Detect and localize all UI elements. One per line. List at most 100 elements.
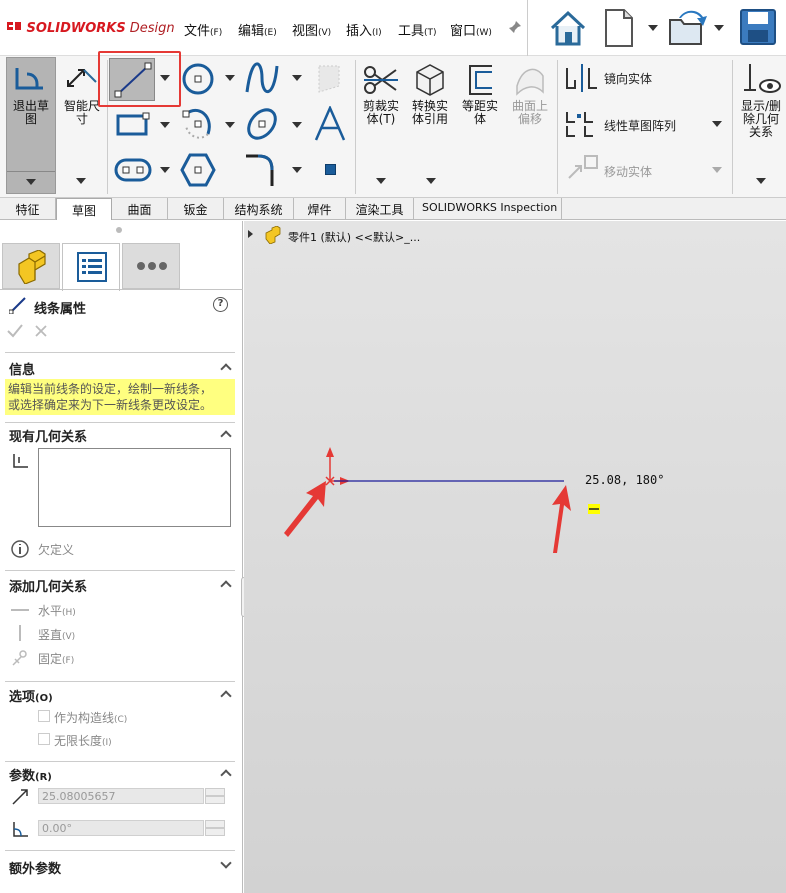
vertical-relation[interactable]: 竖直(V) [9, 625, 209, 643]
convert-dropdown-icon[interactable] [426, 178, 436, 184]
panel-title: 线条属性 [34, 302, 87, 317]
fillet-tool-icon[interactable] [244, 152, 280, 191]
linear-pattern-dropdown-icon[interactable] [712, 121, 722, 127]
tab-property-manager[interactable] [62, 243, 120, 291]
exit-sketch-dropdown-icon[interactable] [26, 179, 36, 185]
infinite-length-checkbox[interactable] [38, 733, 50, 745]
infinite-length-checkbox-row[interactable]: 无限长度(I) [38, 731, 218, 749]
show-delete-dropdown-icon[interactable] [756, 178, 766, 184]
graphics-area[interactable]: 零件1 (默认) <<默认>_... 25.08, 180° [244, 221, 786, 893]
text-tool-icon[interactable] [312, 104, 348, 145]
move-entities-button[interactable]: 移动实体 [563, 154, 733, 184]
menu-edit-key: (E) [264, 28, 277, 38]
mirror-entities-button[interactable]: 镜向实体 [563, 64, 723, 92]
menu-insert[interactable]: 插入(I) [346, 20, 382, 39]
move-entities-label: 移动实体 [604, 165, 653, 179]
spline-dropdown-icon[interactable] [292, 75, 302, 81]
open-folder-icon[interactable] [667, 8, 707, 51]
convert-entities-icon [413, 62, 447, 101]
save-icon[interactable] [739, 8, 777, 49]
rectangle-tool-icon[interactable] [113, 110, 151, 141]
existing-rel-collapse-icon[interactable] [220, 430, 232, 442]
slot-dropdown-icon[interactable] [160, 167, 170, 173]
arc-tool-icon[interactable] [180, 106, 216, 145]
params-collapse-icon[interactable] [220, 769, 232, 781]
fillet-dropdown-icon[interactable] [292, 167, 302, 173]
panel-grip-icon[interactable] [116, 227, 122, 233]
show-delete-relations-button[interactable]: 显示/删 除几何 关系 [736, 60, 786, 190]
offset-on-surface-button[interactable]: 曲面上 偏移 [507, 60, 553, 140]
line-icon [114, 62, 152, 101]
tab-surfaces-label: 曲面 [127, 203, 152, 217]
options-collapse-icon[interactable] [220, 690, 232, 702]
spline-tool-icon[interactable] [244, 60, 280, 101]
menu-window[interactable]: 窗口(W) [450, 20, 492, 39]
open-dropdown-icon[interactable] [714, 25, 724, 31]
menu-edit[interactable]: 编辑(E) [238, 20, 277, 39]
new-dropdown-icon[interactable] [648, 25, 658, 31]
construction-checkbox[interactable] [38, 710, 50, 722]
existing-relations-list[interactable] [38, 448, 231, 527]
show-delete-label-3: 关系 [748, 125, 773, 139]
length-spin-down[interactable] [205, 796, 225, 804]
rectangle-dropdown-icon[interactable] [160, 122, 170, 128]
slot-tool-icon[interactable] [113, 156, 153, 187]
surface-offset-label-2: 偏移 [517, 112, 542, 126]
ok-check-icon[interactable] [7, 324, 23, 341]
more-dots-icon [136, 260, 168, 274]
linear-pattern-button[interactable]: 线性草图阵列 [563, 108, 733, 140]
circle-dropdown-icon[interactable] [225, 75, 235, 81]
help-icon[interactable]: ? [213, 297, 228, 312]
arc-dropdown-icon[interactable] [225, 122, 235, 128]
pin-icon[interactable] [508, 20, 522, 37]
sketch-canvas[interactable] [244, 221, 786, 893]
extra-params-divider [5, 850, 235, 851]
new-document-icon[interactable] [604, 8, 634, 51]
horizontal-key: (H) [62, 608, 76, 618]
tab-feature-manager[interactable] [2, 243, 60, 289]
existing-rel-divider [5, 422, 235, 423]
move-dropdown-icon[interactable] [712, 167, 722, 173]
angle-input[interactable]: 0.00° [38, 820, 204, 836]
tab-sketch[interactable]: 草图 [56, 198, 112, 220]
line-properties-icon [8, 296, 27, 317]
trim-dropdown-icon[interactable] [376, 178, 386, 184]
smart-dimension-dropdown-icon[interactable] [76, 178, 86, 184]
home-icon[interactable] [548, 8, 588, 51]
tab-features[interactable]: 特征 [0, 198, 56, 219]
menu-file[interactable]: 文件(F) [184, 20, 222, 39]
polygon-tool-icon[interactable] [180, 152, 216, 191]
tab-render-tools[interactable]: 渲染工具 [346, 198, 414, 219]
offset-entities-button[interactable]: 等距实体 [458, 60, 502, 140]
tab-structure-system[interactable]: 结构系统 [224, 198, 294, 219]
trim-entities-button[interactable]: 剪裁实 体(T) [359, 60, 403, 190]
menu-tools-label: 工具 [398, 24, 425, 39]
construction-checkbox-row[interactable]: 作为构造线(C) [38, 708, 218, 726]
ellipse-dropdown-icon[interactable] [292, 122, 302, 128]
menu-view[interactable]: 视图(V) [292, 20, 331, 39]
menu-tools[interactable]: 工具(T) [398, 20, 437, 39]
tab-weldments[interactable]: 焊件 [294, 198, 346, 219]
angle-spin-down[interactable] [205, 828, 225, 836]
angle-spin-up[interactable] [205, 820, 225, 828]
cancel-x-icon[interactable] [35, 325, 47, 340]
horizontal-relation[interactable]: 水平(H) [9, 601, 209, 619]
tab-more[interactable] [122, 243, 180, 289]
tab-features-label: 特征 [15, 203, 40, 217]
length-spin-up[interactable] [205, 788, 225, 796]
ellipse-tool-icon[interactable] [244, 106, 280, 145]
tab-surfaces[interactable]: 曲面 [112, 198, 168, 219]
line-tool-button[interactable] [109, 58, 155, 101]
add-rel-collapse-icon[interactable] [220, 580, 232, 592]
convert-entities-button[interactable]: 转换实 体引用 [408, 60, 452, 190]
line-dropdown-icon[interactable] [160, 75, 170, 81]
tab-sheet-metal[interactable]: 钣金 [168, 198, 224, 219]
fixed-relation[interactable]: 固定(F) [9, 649, 209, 667]
tab-solidworks-inspection[interactable]: SOLIDWORKS Inspection [414, 198, 562, 219]
exit-sketch-button[interactable]: 退出草图 [6, 57, 56, 194]
circle-tool-icon[interactable] [180, 62, 216, 99]
info-collapse-icon[interactable] [220, 363, 232, 375]
extra-params-expand-icon[interactable] [220, 857, 232, 869]
length-input[interactable]: 25.08005657 [38, 788, 204, 804]
point-tool-icon[interactable] [325, 164, 336, 175]
